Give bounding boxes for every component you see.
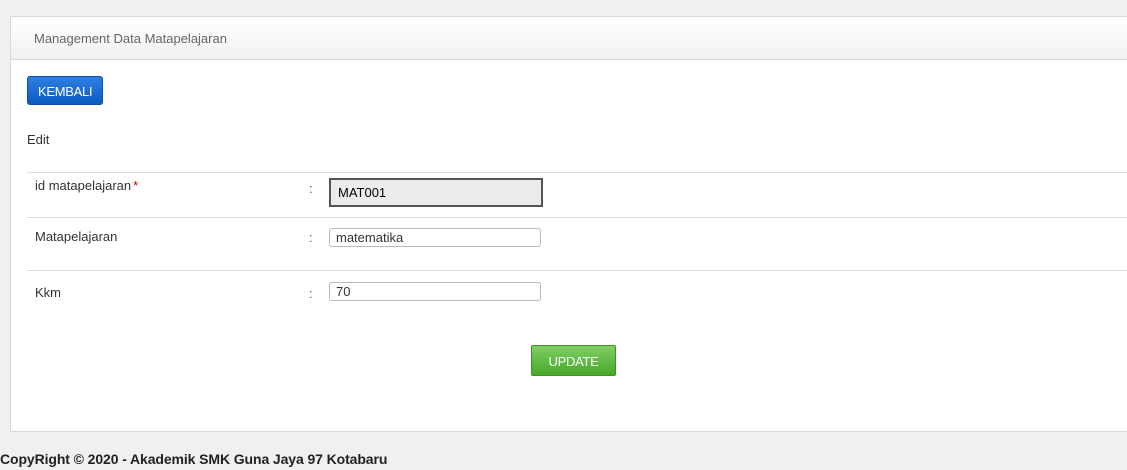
section-title: Edit <box>27 132 50 147</box>
back-button[interactable]: KEMBALI <box>27 76 104 105</box>
panel-title: Management Data Matapelajaran <box>11 17 1127 60</box>
matapelajaran-field-input[interactable] <box>329 228 541 247</box>
id-field-label-text: id matapelajaran <box>35 178 132 193</box>
kkm-field-input[interactable] <box>329 282 541 301</box>
form-row-kkm: Kkm : <box>27 270 1127 316</box>
management-panel: Management Data Matapelajaran KEMBALI Ed… <box>10 16 1127 432</box>
matapelajaran-field-label: Matapelajaran <box>35 229 118 244</box>
update-button[interactable]: UPDATE <box>531 345 616 376</box>
footer-copyright: CopyRight © 2020 - Akademik SMK Guna Jay… <box>0 451 388 467</box>
kkm-field-label: Kkm <box>35 285 61 300</box>
form-row-matapelajaran: Matapelajaran : <box>27 217 1127 270</box>
form-row-id: id matapelajaran * : <box>27 172 1127 217</box>
field-separator: : <box>309 230 313 245</box>
id-field-label: id matapelajaran * <box>35 178 138 193</box>
id-field-input[interactable] <box>329 178 543 207</box>
field-separator: : <box>309 286 313 301</box>
field-separator: : <box>309 181 313 196</box>
required-mark: * <box>133 178 139 193</box>
